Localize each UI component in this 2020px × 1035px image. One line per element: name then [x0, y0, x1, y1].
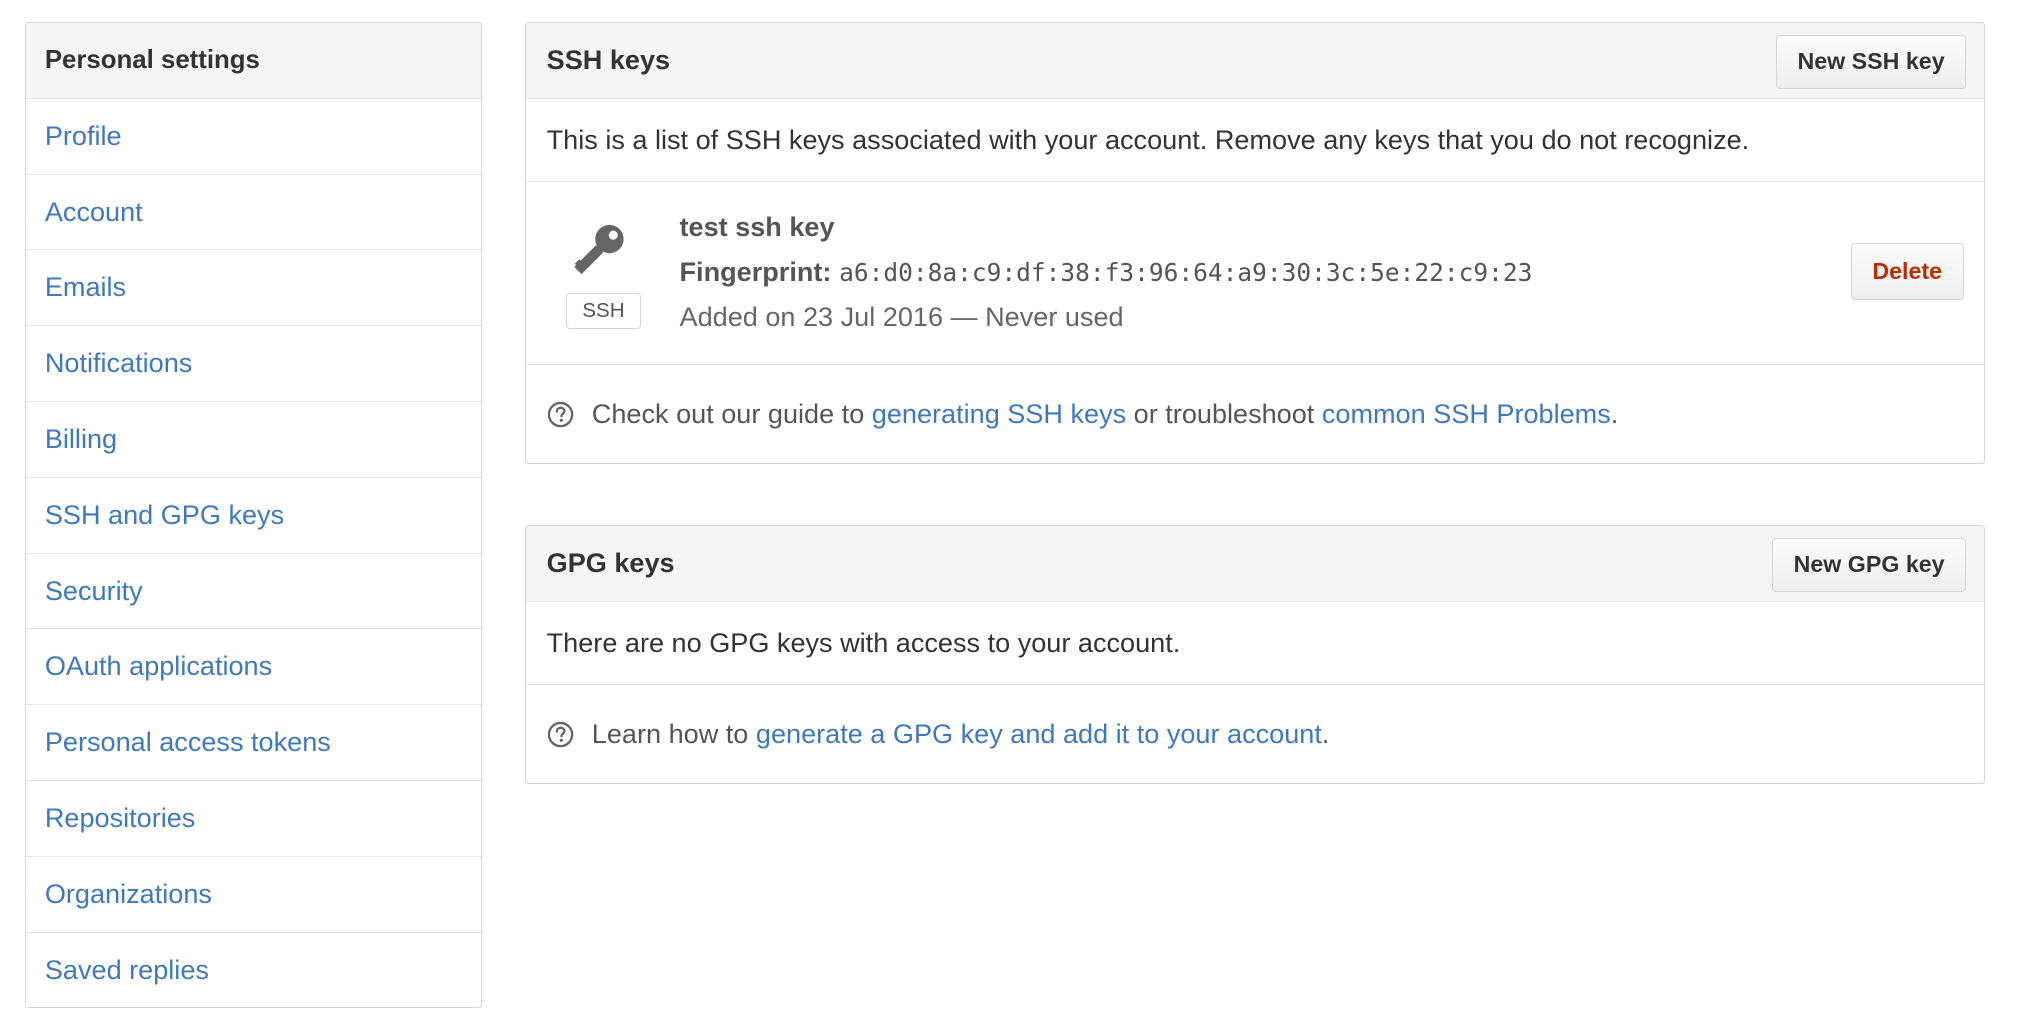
- ssh-keys-title: SSH keys: [546, 43, 671, 75]
- common-ssh-problems-link[interactable]: common SSH Problems: [1322, 398, 1611, 429]
- ssh-help-suffix: .: [1610, 398, 1619, 430]
- sidebar-item-notifications[interactable]: Notifications: [25, 326, 482, 402]
- sidebar-item-security[interactable]: Security: [25, 554, 482, 630]
- generate-gpg-key-link[interactable]: generate a GPG key and add it to your ac…: [756, 718, 1322, 749]
- generating-ssh-keys-link[interactable]: generating SSH keys: [872, 398, 1126, 429]
- gpg-help-suffix: .: [1321, 718, 1330, 750]
- settings-sidebar: Personal settings Profile Account Emails…: [24, 21, 483, 1009]
- sidebar-item-repositories[interactable]: Repositories: [25, 781, 482, 857]
- sidebar-item-saved-replies[interactable]: Saved replies: [26, 933, 482, 1008]
- sidebar-item-personal-access-tokens[interactable]: Personal access tokens: [25, 705, 482, 782]
- delete-key-button[interactable]: Delete: [1850, 242, 1964, 300]
- sidebar-item-ssh-gpg-keys[interactable]: SSH and GPG keys: [25, 478, 482, 554]
- sidebar-item-account[interactable]: Account: [25, 175, 482, 251]
- ssh-keys-header: SSH keys New SSH key: [526, 22, 1985, 99]
- gpg-keys-box: GPG keys New GPG key There are no GPG ke…: [525, 525, 1986, 785]
- sidebar-item-profile[interactable]: Profile: [25, 99, 482, 175]
- new-gpg-key-button[interactable]: New GPG key: [1771, 537, 1967, 592]
- question-icon: [547, 402, 573, 428]
- gpg-help-prefix: Learn how to: [591, 718, 756, 750]
- fingerprint-value: a6:d0:8a:c9:df:38:f3:96:64:a9:30:3c:5e:2…: [839, 257, 1533, 287]
- question-icon: [547, 722, 573, 748]
- key-fingerprint: Fingerprint: a6:d0:8a:c9:df:38:f3:96:64:a…: [680, 256, 1533, 288]
- ssh-key-item: SSH test ssh key Fingerprint: a6:d0:8a:c9…: [526, 182, 1985, 366]
- ssh-keys-description: This is a list of SSH keys associated wi…: [526, 99, 1985, 183]
- key-icon: [575, 224, 625, 274]
- sidebar-item-emails[interactable]: Emails: [25, 250, 482, 327]
- sidebar-title: Personal settings: [25, 22, 482, 99]
- ssh-keys-box: SSH keys New SSH key This is a list of S…: [525, 21, 1986, 465]
- sidebar-item-oauth-applications[interactable]: OAuth applications: [25, 629, 482, 706]
- key-title: test ssh key: [679, 210, 835, 242]
- key-added-info: Added on 23 Jul 2016 — Never used: [679, 300, 1124, 332]
- ssh-help-middle: or troubleshoot: [1126, 398, 1322, 430]
- ssh-help-prefix: Check out our guide to: [591, 398, 872, 430]
- key-type-badge: SSH: [566, 293, 641, 330]
- fingerprint-label: Fingerprint:: [679, 255, 832, 287]
- gpg-keys-description: There are no GPG keys with access to you…: [526, 602, 1985, 686]
- ssh-help-row: Check out our guide to generating SSH ke…: [526, 365, 1984, 463]
- gpg-keys-title: GPG keys: [546, 547, 675, 579]
- settings-page: Personal settings Profile Account Emails…: [0, 0, 2020, 1035]
- sidebar-item-organizations[interactable]: Organizations: [25, 857, 482, 933]
- gpg-help-row: Learn how to generate a GPG key and add …: [526, 685, 1984, 783]
- gpg-keys-header: GPG keys New GPG key: [526, 526, 1985, 602]
- sidebar-item-billing[interactable]: Billing: [25, 402, 482, 478]
- new-ssh-key-button[interactable]: New SSH key: [1775, 34, 1967, 89]
